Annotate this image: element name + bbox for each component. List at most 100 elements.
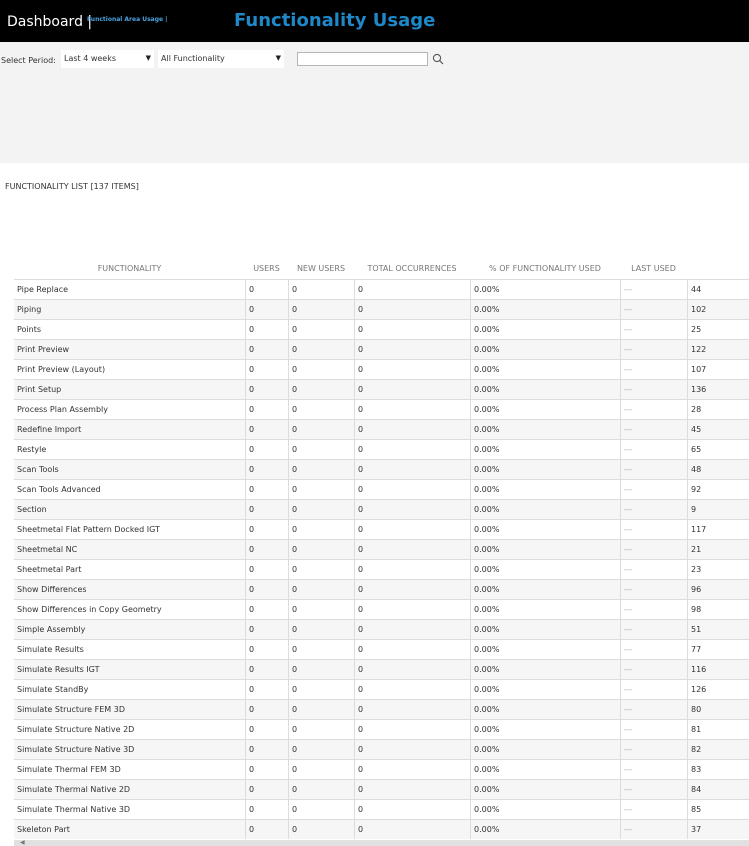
cell-last-used: --- — [620, 740, 687, 759]
cell-users: 0 — [245, 800, 288, 819]
cell-percent: 0.00% — [470, 800, 620, 819]
cell-total: 0 — [354, 460, 470, 479]
cell-percent: 0.00% — [470, 500, 620, 519]
cell-new-users: 0 — [288, 640, 354, 659]
cell-users: 0 — [245, 460, 288, 479]
cell-last-used: --- — [620, 280, 687, 299]
table-row[interactable]: Redefine Import 0 0 0 0.00% --- 45 — [14, 419, 749, 439]
cell-name: Simulate Results IGT — [17, 665, 100, 674]
table-row[interactable]: Simulate Structure Native 2D 0 0 0 0.00% --- 8… — [14, 719, 749, 739]
cell-total: 0 — [354, 600, 470, 619]
table-row[interactable]: Show Differences in Copy Geometry 0 0 0 0.00… — [14, 599, 749, 619]
cell-users: 0 — [245, 640, 288, 659]
search-icon[interactable] — [432, 53, 444, 65]
table-row[interactable]: Skeleton Part 0 0 0 0.00% --- 37 — [14, 819, 749, 839]
cell-last-used: --- — [620, 320, 687, 339]
cell-new-users: 0 — [288, 540, 354, 559]
table-row[interactable]: Simulate Results 0 0 0 0.00% --- 77 — [14, 639, 749, 659]
period-label: Select Period: — [1, 56, 56, 65]
table-row[interactable]: Points 0 0 0 0.00% --- 25 — [14, 319, 749, 339]
cell-last-used: --- — [620, 800, 687, 819]
cell-extra: 126 — [687, 680, 749, 699]
table-row[interactable]: Simulate Results IGT 0 0 0 0.00% --- 116 — [14, 659, 749, 679]
search-input[interactable] — [297, 52, 428, 66]
table-row[interactable]: Piping 0 0 0 0.00% --- 102 — [14, 299, 749, 319]
table-row[interactable]: Sheetmetal Flat Pattern Docked IGT 0 0 0 0.0… — [14, 519, 749, 539]
table-row[interactable]: Scan Tools Advanced 0 0 0 0.00% --- 92 — [14, 479, 749, 499]
table-row[interactable]: Simulate Thermal Native 3D 0 0 0 0.00% --- 85 — [14, 799, 749, 819]
cell-name: Points — [17, 325, 42, 334]
table-row[interactable]: Simulate Structure FEM 3D 0 0 0 0.00% --- 80 — [14, 699, 749, 719]
period-select[interactable]: Last 4 weeks ▼ — [61, 50, 154, 68]
cell-name: Simulate Thermal Native 3D — [17, 805, 131, 814]
cell-last-used: --- — [620, 480, 687, 499]
cell-new-users: 0 — [288, 660, 354, 679]
cell-percent: 0.00% — [470, 440, 620, 459]
cell-total: 0 — [354, 620, 470, 639]
column-header-new-users[interactable]: NEW USERS — [288, 260, 354, 280]
table-row[interactable]: Simulate StandBy 0 0 0 0.00% --- 126 — [14, 679, 749, 699]
table-row[interactable]: Simulate Thermal Native 2D 0 0 0 0.00% --- 84 — [14, 779, 749, 799]
cell-name: Show Differences — [17, 585, 87, 594]
table-row[interactable]: Simulate Structure Native 3D 0 0 0 0.00% --- 8… — [14, 739, 749, 759]
cell-new-users: 0 — [288, 500, 354, 519]
cell-last-used: --- — [620, 400, 687, 419]
table-row[interactable]: Restyle 0 0 0 0.00% --- 65 — [14, 439, 749, 459]
cell-extra: 98 — [687, 600, 749, 619]
cell-users: 0 — [245, 500, 288, 519]
cell-new-users: 0 — [288, 480, 354, 499]
arrow-left-icon[interactable]: ◀ — [20, 839, 25, 846]
table-row[interactable]: Sheetmetal Part 0 0 0 0.00% --- 23 — [14, 559, 749, 579]
cell-last-used: --- — [620, 660, 687, 679]
cell-percent: 0.00% — [470, 600, 620, 619]
cell-extra: 65 — [687, 440, 749, 459]
table-row[interactable]: Pipe Replace 0 0 0 0.00% --- 44 — [14, 279, 749, 299]
table-row[interactable]: Process Plan Assembly 0 0 0 0.00% --- 28 — [14, 399, 749, 419]
chevron-down-icon: ▼ — [145, 54, 151, 62]
column-header-percent-used[interactable]: % OF FUNCTIONALITY USED — [470, 260, 620, 280]
breadcrumb[interactable]: Functional Area Usage | — [87, 16, 167, 23]
cell-total: 0 — [354, 560, 470, 579]
functionality-select[interactable]: All Functionality ▼ — [158, 50, 284, 68]
table-row[interactable]: Simulate Thermal FEM 3D 0 0 0 0.00% --- 83 — [14, 759, 749, 779]
cell-name: Pipe Replace — [17, 285, 69, 294]
table-row[interactable]: Simple Assembly 0 0 0 0.00% --- 51 — [14, 619, 749, 639]
cell-users: 0 — [245, 300, 288, 319]
column-header-functionality[interactable]: FUNCTIONALITY — [14, 260, 245, 280]
cell-new-users: 0 — [288, 580, 354, 599]
cell-new-users: 0 — [288, 520, 354, 539]
cell-total: 0 — [354, 820, 470, 839]
cell-total: 0 — [354, 380, 470, 399]
cell-new-users: 0 — [288, 360, 354, 379]
cell-users: 0 — [245, 620, 288, 639]
cell-total: 0 — [354, 280, 470, 299]
cell-last-used: --- — [620, 580, 687, 599]
column-header-users[interactable]: USERS — [245, 260, 288, 280]
table-row[interactable]: Sheetmetal NC 0 0 0 0.00% --- 21 — [14, 539, 749, 559]
cell-total: 0 — [354, 800, 470, 819]
cell-total: 0 — [354, 500, 470, 519]
cell-name: Scan Tools — [17, 465, 59, 474]
cell-percent: 0.00% — [470, 280, 620, 299]
table-row[interactable]: Show Differences 0 0 0 0.00% --- 96 — [14, 579, 749, 599]
column-header-total-occurrences[interactable]: TOTAL OCCURRENCES — [354, 260, 470, 280]
cell-new-users: 0 — [288, 560, 354, 579]
table-row[interactable]: Section 0 0 0 0.00% --- 9 — [14, 499, 749, 519]
cell-last-used: --- — [620, 520, 687, 539]
table-row[interactable]: Print Preview (Layout) 0 0 0 0.00% --- 107 — [14, 359, 749, 379]
cell-new-users: 0 — [288, 420, 354, 439]
table-row[interactable]: Print Preview 0 0 0 0.00% --- 122 — [14, 339, 749, 359]
top-bar: Dashboard | Functional Area Usage | Func… — [0, 0, 749, 42]
dashboard-link[interactable]: Dashboard | — [7, 14, 92, 30]
cell-new-users: 0 — [288, 400, 354, 419]
cell-percent: 0.00% — [470, 680, 620, 699]
table-row[interactable]: Print Setup 0 0 0 0.00% --- 136 — [14, 379, 749, 399]
horizontal-scrollbar[interactable]: ◀ — [14, 839, 749, 846]
cell-last-used: --- — [620, 640, 687, 659]
cell-new-users: 0 — [288, 460, 354, 479]
table-row[interactable]: Scan Tools 0 0 0 0.00% --- 48 — [14, 459, 749, 479]
column-header-last-used[interactable]: LAST USED — [620, 260, 687, 280]
cell-new-users: 0 — [288, 780, 354, 799]
cell-percent: 0.00% — [470, 300, 620, 319]
cell-percent: 0.00% — [470, 620, 620, 639]
